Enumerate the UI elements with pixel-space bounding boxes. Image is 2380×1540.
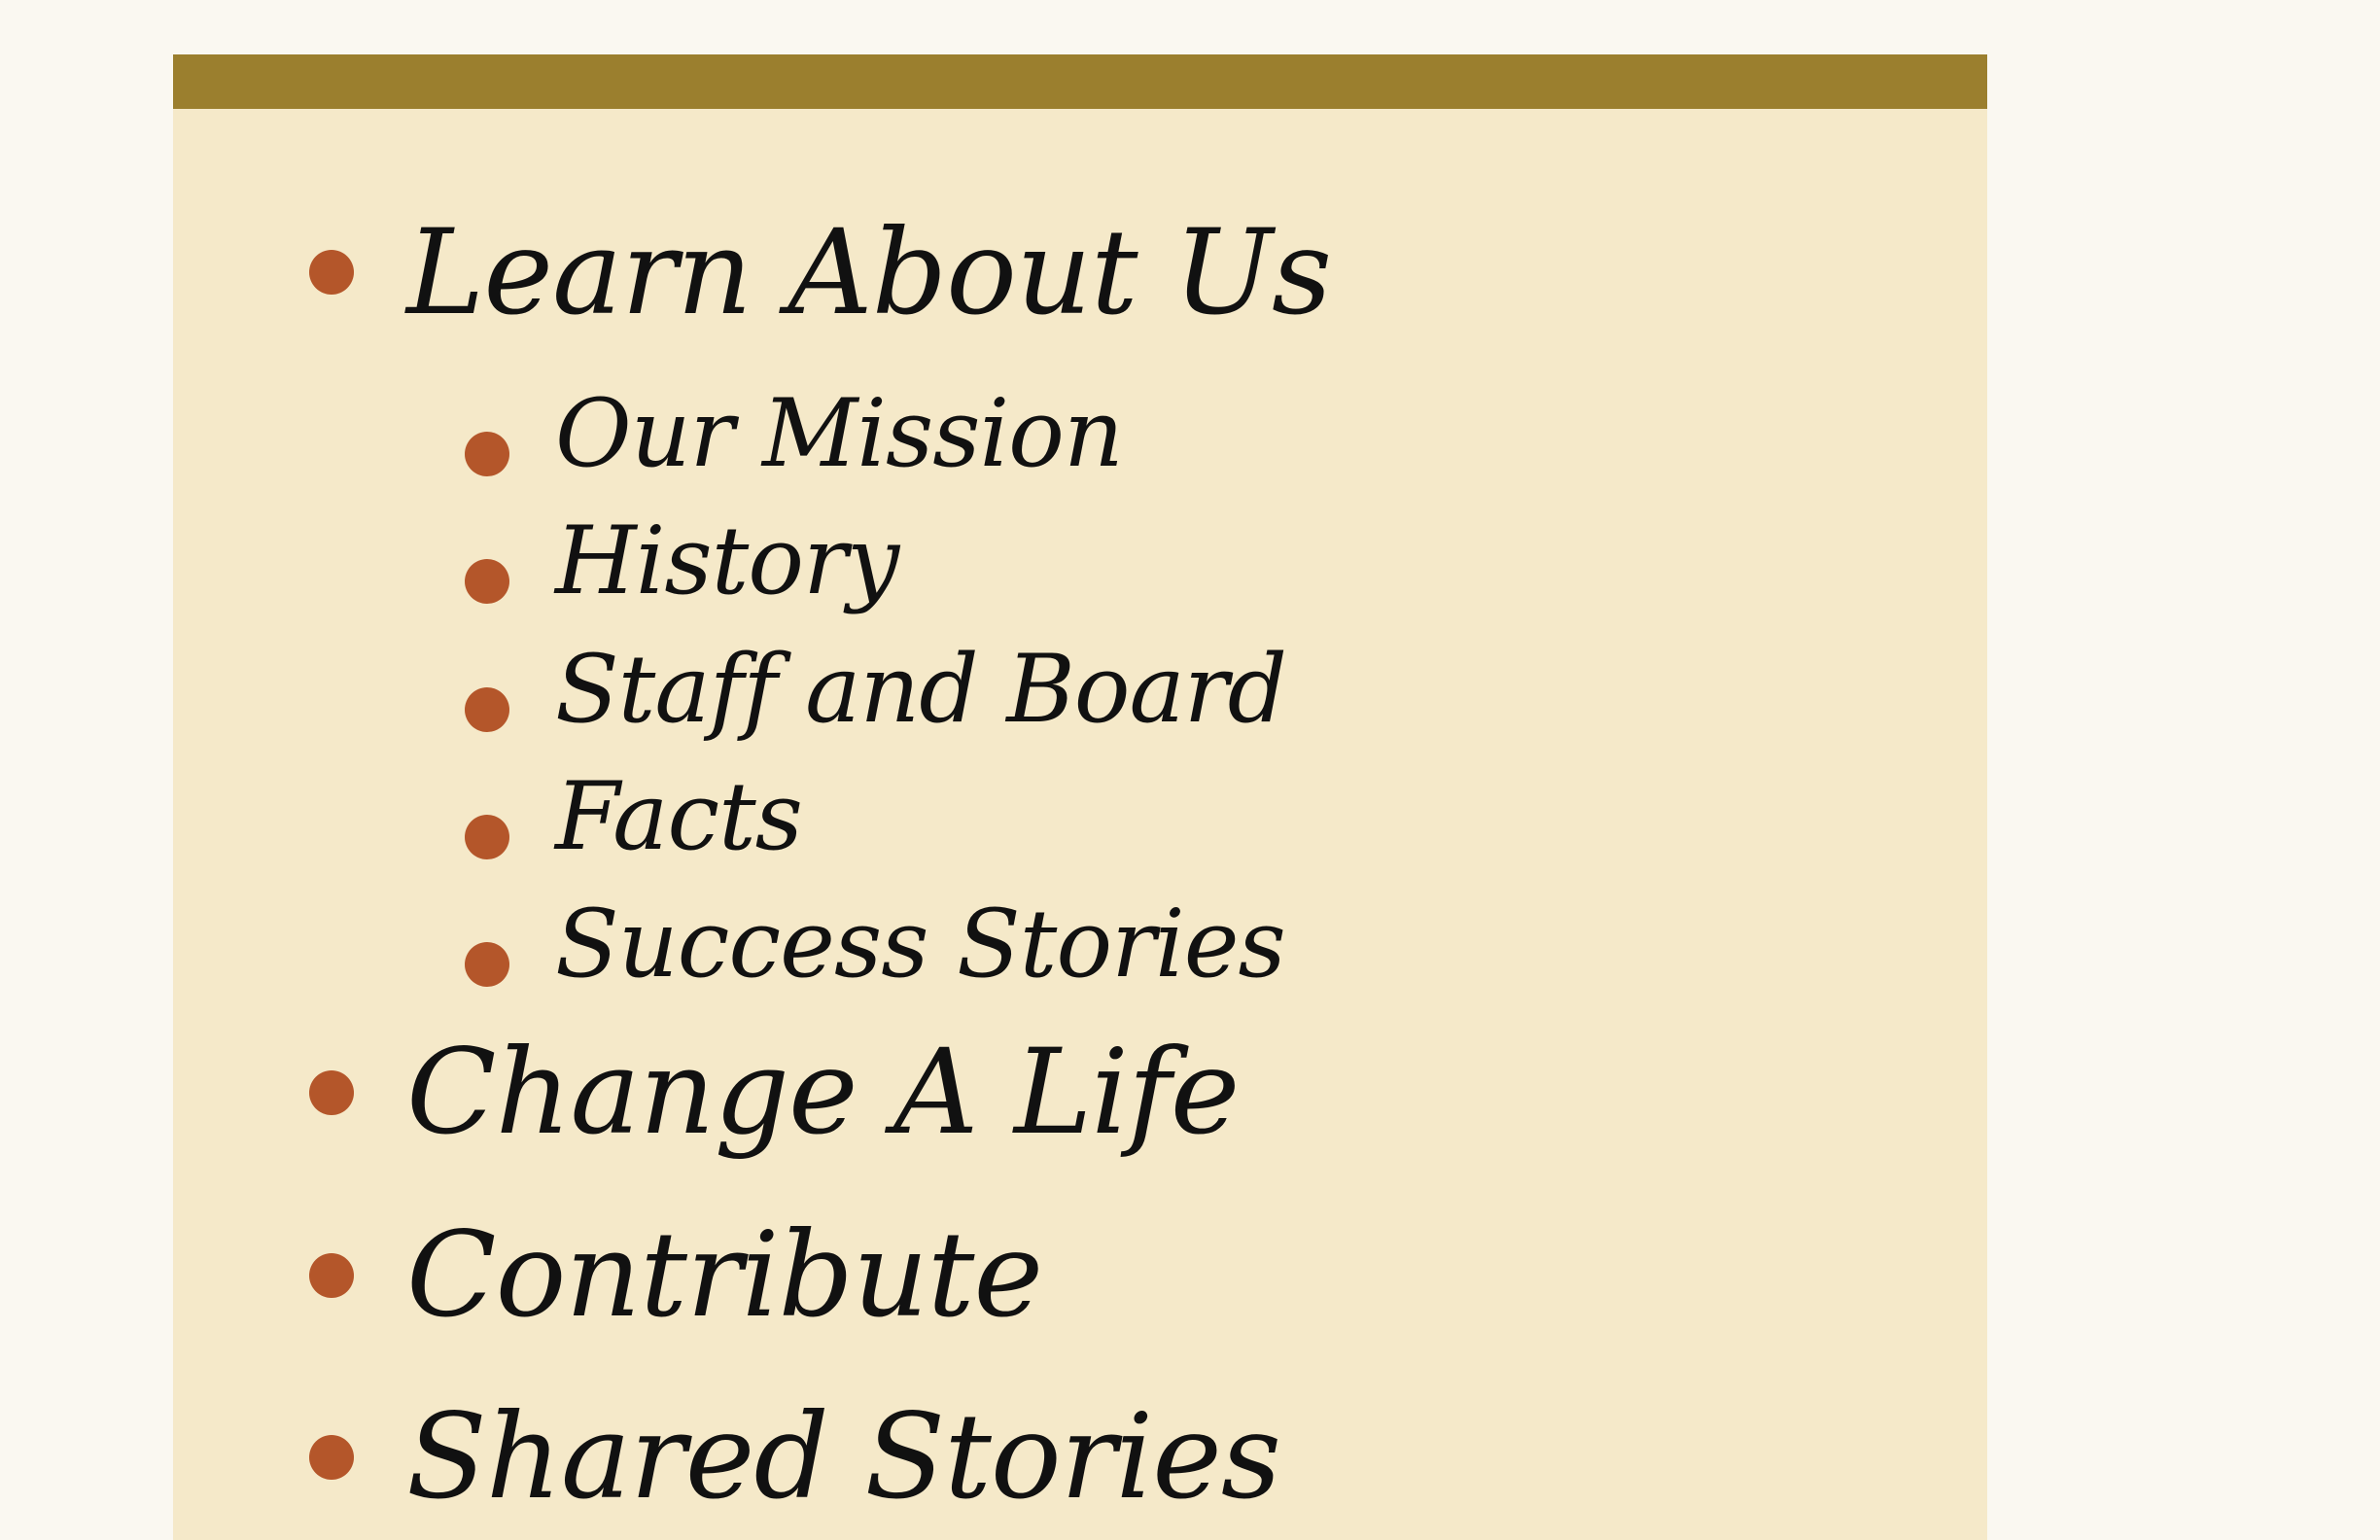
nav-item-label[interactable]: Learn About Us [406, 214, 1332, 332]
subnav-item-label[interactable]: Success Stories [555, 897, 1286, 991]
bullet-icon [309, 1070, 354, 1115]
subnav-item-label[interactable]: Staff and Board [555, 643, 1287, 736]
subnav-item-label[interactable]: History [555, 514, 899, 608]
nav-item-label[interactable]: Contribute [406, 1216, 1043, 1334]
nav-item-label[interactable]: Shared Stories [406, 1398, 1281, 1516]
bullet-icon [465, 942, 509, 987]
subnav-item-label[interactable]: Our Mission [555, 387, 1124, 480]
bullet-icon [465, 432, 509, 476]
bullet-icon [309, 250, 354, 295]
bullet-icon [465, 559, 509, 604]
bullet-icon [465, 815, 509, 859]
bullet-icon [309, 1435, 354, 1480]
subnav-item-label[interactable]: Facts [555, 770, 803, 863]
bullet-icon [309, 1253, 354, 1298]
nav-item-label[interactable]: Change A Life [406, 1033, 1240, 1151]
sidebar-header-bar [173, 54, 1987, 109]
sidebar-nav-panel: Learn About Us Our Mission History Staff… [173, 54, 1987, 1540]
bullet-icon [465, 687, 509, 732]
